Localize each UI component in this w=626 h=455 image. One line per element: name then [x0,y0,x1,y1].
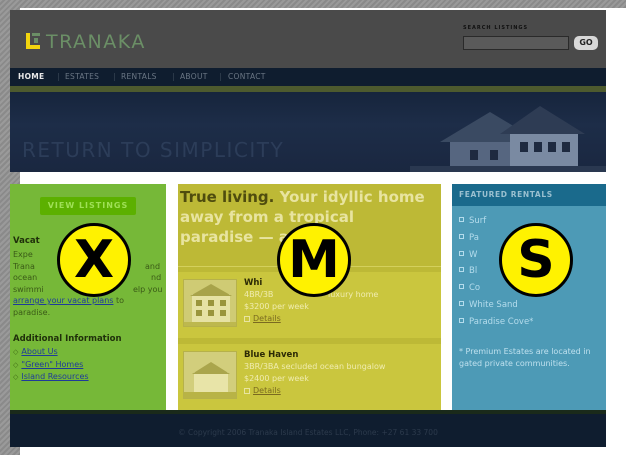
nav-item-about[interactable]: ABOUT [180,72,208,81]
site-logo[interactable]: TRANAKA [46,31,146,53]
nav-separator [58,73,59,81]
about-us-link[interactable]: ◇ About Us [13,346,89,359]
region-m-column: True living. Your idyllic home away from… [178,184,441,410]
logo-icon [26,33,40,49]
listing-thumbnail[interactable] [183,351,237,399]
featured-rentals-title: FEATURED RENTALS [459,190,553,199]
rental-item[interactable]: Paradise Cove* [459,314,533,331]
region-x-badge: X [57,223,131,297]
banner-stripe [10,86,606,92]
green-homes-link[interactable]: ◇ "Green" Homes [13,359,89,372]
search-label: SEARCH LISTINGS [463,25,529,31]
hero-banner: RETURN TO SIMPLICITY [10,86,606,172]
additional-info-heading: Additional Information [13,334,122,344]
listing-title[interactable]: Whi [244,278,262,288]
search-go-button[interactable]: GO [574,36,598,50]
nav-item-contact[interactable]: CONTACT [228,72,266,81]
search-input[interactable] [463,36,569,50]
listing-row[interactable]: Blue Haven 3BR/3BA secluded ocean bungal… [178,344,441,410]
main-nav: HOME ESTATES RENTALS ABOUT CONTACT [10,68,606,86]
info-links-list: ◇ About Us ◇ "Green" Homes ◇ Island Resourc… [13,346,89,384]
listing-price: $2400 per week [244,374,309,383]
premium-note: * Premium Estates are located in gated p… [459,347,591,368]
region-x-column: VIEW LISTINGS Vacat Expe Trana and ocean n… [10,184,166,410]
details-link[interactable]: Details [244,314,281,323]
featured-rentals-header: FEATURED RENTALS [452,184,606,206]
nav-item-rentals[interactable]: RENTALS [121,72,157,81]
site-header: TRANAKA SEARCH LISTINGS GO [10,10,606,68]
vacation-heading: Vacat [13,236,40,246]
listing-thumbnail[interactable] [183,279,237,327]
arrange-vacation-link[interactable]: arrange your vacat plans [13,296,113,305]
region-s-column: FEATURED RENTALS Surf Pa W Bl Co White S… [452,184,606,410]
nav-separator [220,73,221,81]
nav-item-estates[interactable]: ESTATES [65,72,99,81]
banner-tagline: RETURN TO SIMPLICITY [22,138,285,162]
listing-title[interactable]: Blue Haven [244,350,298,360]
rental-item[interactable]: White Sand [459,297,533,314]
nav-separator [173,73,174,81]
listing-description: 4BR/3B luxury home [244,290,379,299]
region-s-badge: S [499,223,573,297]
island-resources-link[interactable]: ◇ Island Resources [13,371,89,384]
details-icon [244,316,250,322]
region-m-badge: M [277,223,351,297]
details-link[interactable]: Details [244,386,281,395]
listing-price: $3200 per week [244,302,309,311]
nav-separator [114,73,115,81]
nav-item-home[interactable]: HOME [18,72,44,81]
view-listings-button[interactable]: VIEW LISTINGS [40,197,136,215]
copyright-text: © Copyright 2006 Tranaka Island Estates … [178,428,438,437]
site-footer: © Copyright 2006 Tranaka Island Estates … [10,410,606,447]
house-image [410,106,606,172]
details-icon [244,388,250,394]
listing-description: 3BR/3BA secluded ocean bungalow [244,362,386,371]
